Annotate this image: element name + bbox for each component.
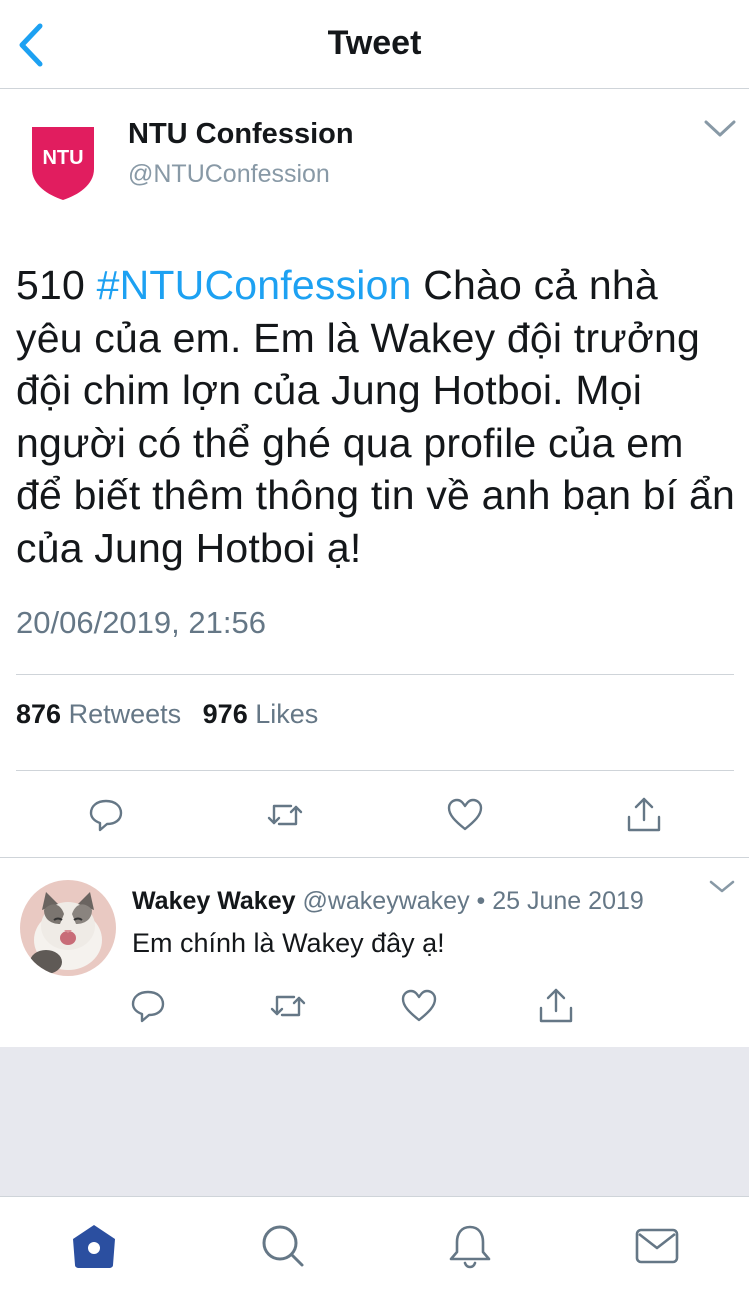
search-icon xyxy=(262,1225,304,1267)
avatar[interactable]: NTU xyxy=(30,125,96,201)
reply-share-button[interactable] xyxy=(536,986,576,1026)
author-handle[interactable]: @NTUConfession xyxy=(128,160,330,189)
likes-label[interactable]: Likes xyxy=(255,699,318,729)
main-tweet: NTU NTU Confession @NTUConfession 510 #N… xyxy=(0,89,749,858)
reply-like-button[interactable] xyxy=(399,986,439,1026)
heart-icon xyxy=(401,989,437,1022)
share-icon xyxy=(627,797,661,832)
messages-icon xyxy=(635,1228,679,1264)
tab-search[interactable] xyxy=(257,1221,307,1271)
reply-retweet-button[interactable] xyxy=(268,986,308,1026)
home-icon xyxy=(73,1225,115,1268)
reply-text: Em chính là Wakey đây ạ! xyxy=(132,928,445,958)
meta-separator: • xyxy=(476,887,486,915)
tab-messages[interactable] xyxy=(632,1221,682,1271)
reply-header: Wakey Wakey @wakeywakey • 25 June 2019 xyxy=(132,887,644,916)
retweets-count[interactable]: 876 xyxy=(16,699,61,729)
tweet-text-body: Chào cả nhà yêu của em. Em là Wakey đội … xyxy=(16,262,735,571)
cat-avatar-image xyxy=(20,880,116,976)
reply-author-handle[interactable]: @wakeywakey xyxy=(302,887,469,915)
reply-button[interactable] xyxy=(86,795,126,835)
avatar[interactable] xyxy=(20,880,116,976)
author-name[interactable]: NTU Confession xyxy=(128,118,354,151)
reply-icon xyxy=(89,799,123,832)
divider xyxy=(16,674,734,675)
tweet-text: 510 #NTUConfession Chào cả nhà yêu của e… xyxy=(16,259,736,574)
heart-icon xyxy=(447,798,483,831)
tab-notifications[interactable] xyxy=(445,1221,495,1271)
share-icon xyxy=(539,988,573,1023)
reply-options-button[interactable] xyxy=(708,878,736,896)
tab-home[interactable] xyxy=(69,1221,119,1271)
page-title: Tweet xyxy=(327,24,422,62)
share-button[interactable] xyxy=(624,795,664,835)
ntu-shield-logo: NTU xyxy=(32,127,94,200)
hashtag-link[interactable]: #NTUConfession xyxy=(97,262,412,308)
tweet-options-button[interactable] xyxy=(702,117,738,141)
empty-area xyxy=(0,1047,749,1196)
retweets-label[interactable]: Retweets xyxy=(69,699,182,729)
tab-bar xyxy=(0,1196,749,1294)
chevron-down-icon xyxy=(709,880,735,893)
retweet-button[interactable] xyxy=(265,795,305,835)
tweet-text-prefix: 510 xyxy=(16,262,97,308)
ntu-logo-text: NTU xyxy=(42,147,83,169)
retweet-icon xyxy=(270,995,306,1017)
reply-date: 25 June 2019 xyxy=(492,887,644,915)
notifications-icon xyxy=(449,1225,491,1269)
nav-bar: Tweet xyxy=(0,0,749,89)
divider xyxy=(16,770,734,771)
tweet-timestamp: 20/06/2019, 21:56 xyxy=(16,605,266,640)
likes-count[interactable]: 976 xyxy=(203,699,248,729)
chevron-down-icon xyxy=(704,120,736,137)
tweet-stats: 876 Retweets 976 Likes xyxy=(16,699,318,730)
retweet-icon xyxy=(267,804,303,826)
reply-author-name[interactable]: Wakey Wakey xyxy=(132,887,296,915)
reply-icon xyxy=(131,990,165,1023)
like-button[interactable] xyxy=(445,795,485,835)
reply-reply-button[interactable] xyxy=(128,986,168,1026)
reply-tweet[interactable]: Wakey Wakey @wakeywakey • 25 June 2019 E… xyxy=(0,858,749,1047)
